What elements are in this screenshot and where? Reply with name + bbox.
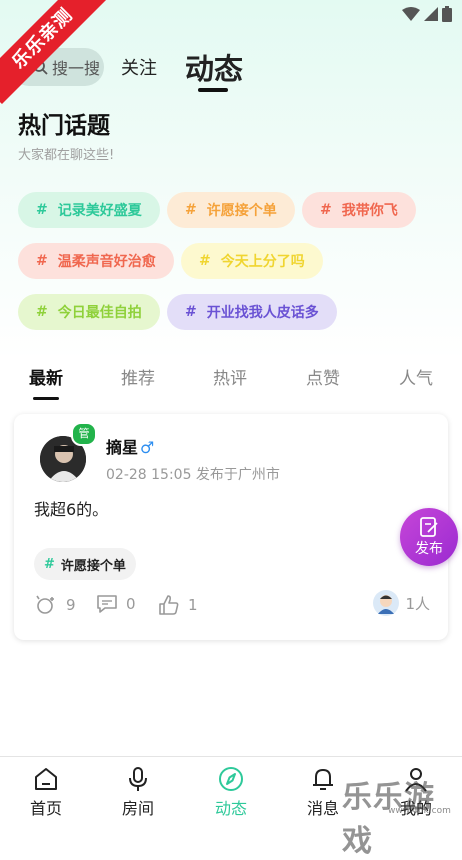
like-button[interactable]: 9 <box>34 594 76 616</box>
compass-icon <box>219 767 243 791</box>
topic-chip[interactable]: # 开业找我人皮话多 <box>167 294 337 330</box>
topic-label: 我带你飞 <box>341 203 398 219</box>
viewer-info[interactable]: 1人 <box>373 590 430 616</box>
topic-chip[interactable]: # 今日最佳自拍 <box>18 294 160 330</box>
nav-room[interactable]: 房间 <box>108 765 168 819</box>
post-text: 我超6的。 <box>34 500 109 519</box>
topic-label: 许愿接个单 <box>206 203 277 219</box>
feed-tab-popular[interactable]: 人气 <box>399 364 433 389</box>
nav-dynamic[interactable]: 动态 <box>201 765 261 819</box>
comment-button[interactable]: 0 <box>96 594 136 614</box>
hash-icon: # <box>44 556 55 572</box>
post-topic-tag[interactable]: # 许愿接个单 <box>34 548 136 580</box>
nav-home-label: 首页 <box>29 799 62 818</box>
home-icon <box>35 768 57 790</box>
bell-icon <box>313 769 333 790</box>
nav-room-label: 房间 <box>121 799 154 818</box>
topic-label: 今天上分了吗 <box>220 254 305 270</box>
viewer-count: 1人 <box>405 594 430 613</box>
edit-icon <box>420 517 438 537</box>
nav-messages-label: 消息 <box>306 799 339 818</box>
tab-indicator <box>198 88 228 92</box>
topic-chip[interactable]: # 记录美好盛夏 <box>18 192 160 228</box>
search-placeholder: 搜一搜 <box>52 59 101 78</box>
publish-label: 发布 <box>415 541 443 557</box>
thumbs-up-icon <box>159 595 179 615</box>
topic-label: 开业找我人皮话多 <box>206 305 319 321</box>
tab-follow[interactable]: 关注 <box>121 54 157 80</box>
feed-tab-likes[interactable]: 点赞 <box>306 364 340 389</box>
watermark-url: www.46k.com <box>388 806 451 816</box>
topic-chip[interactable]: # 温柔声音好治愈 <box>18 243 174 279</box>
post-tag-label: 许愿接个单 <box>60 558 126 574</box>
wifi-icon <box>402 7 420 21</box>
hash-icon: # <box>320 202 332 218</box>
post-card[interactable]: 管 摘星 ♂ 02-28 15:05 发布于广州市 我超6的。 # 许愿接个单 9 … <box>14 414 448 640</box>
feed-tab-indicator <box>33 397 59 400</box>
battery-icon <box>442 6 452 22</box>
nav-home[interactable]: 首页 <box>16 765 76 819</box>
hash-icon: # <box>36 304 48 320</box>
nav-dynamic-label: 动态 <box>214 799 247 818</box>
male-icon: ♂ <box>140 438 155 457</box>
status-bar <box>402 6 452 22</box>
tab-dynamic[interactable]: 动态 <box>185 46 243 88</box>
hash-icon: # <box>36 253 48 269</box>
topic-label: 记录美好盛夏 <box>57 203 142 219</box>
topic-chip[interactable]: # 许愿接个单 <box>167 192 295 228</box>
topic-chip[interactable]: # 我带你飞 <box>302 192 416 228</box>
signal-icon <box>424 7 438 21</box>
hash-icon: # <box>185 202 197 218</box>
admin-badge: 管 <box>71 422 97 446</box>
hot-topics-title: 热门话题 <box>18 113 110 139</box>
hash-icon: # <box>185 304 197 320</box>
hot-topics-subtitle: 大家都在聊这些! <box>18 148 115 163</box>
comment-count: 0 <box>126 595 136 613</box>
hash-icon: # <box>199 253 211 269</box>
topic-chip[interactable]: # 今天上分了吗 <box>181 243 323 279</box>
hash-icon: # <box>36 202 48 218</box>
thumbs-up-button[interactable]: 1 <box>158 594 198 616</box>
topic-label: 今日最佳自拍 <box>57 305 142 321</box>
username: 摘星 <box>106 438 139 457</box>
sparkle-like-icon <box>36 595 54 614</box>
cartoon-avatar-icon <box>378 595 395 614</box>
like-count: 9 <box>66 596 76 614</box>
feed-tab-recommend[interactable]: 推荐 <box>121 364 155 389</box>
topic-label: 温柔声音好治愈 <box>57 254 156 270</box>
microphone-icon <box>129 767 147 791</box>
thumbs-count: 1 <box>188 596 198 614</box>
comment-icon <box>97 595 117 613</box>
publish-button[interactable]: 发布 <box>400 508 458 566</box>
feed-tab-hot-comments[interactable]: 热评 <box>213 364 247 389</box>
post-meta: 02-28 15:05 发布于广州市 <box>106 467 280 483</box>
viewer-avatar <box>373 590 400 616</box>
watermark: 乐乐游戏 <box>342 780 435 859</box>
feed-tab-latest[interactable]: 最新 <box>29 364 63 389</box>
post-author[interactable]: 摘星 ♂ <box>106 434 154 458</box>
